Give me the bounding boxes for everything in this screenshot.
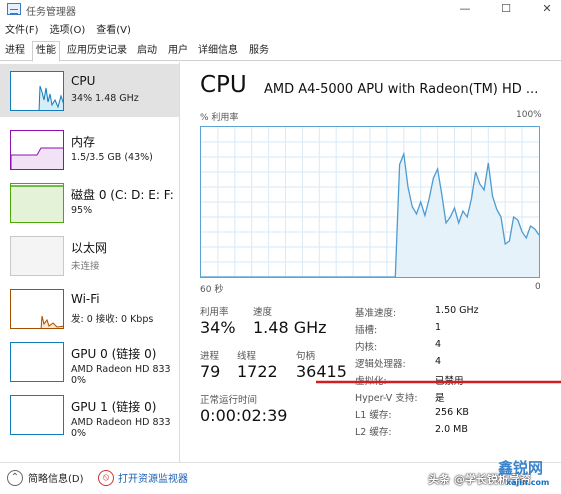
tab-app-history[interactable]: 应用历史记录: [64, 42, 130, 61]
info-key: L1 缓存:: [355, 410, 392, 421]
utilization-value: 34%: [200, 318, 236, 337]
annotation-underline: [316, 380, 561, 384]
window-title: 任务管理器: [26, 7, 76, 18]
resource-monitor-icon: ⦸: [98, 470, 114, 486]
sidebar-item-disk[interactable]: 磁盘 0 (C: D: E: F: 95%: [0, 176, 179, 229]
menu-options[interactable]: 选项(O): [50, 21, 86, 37]
sidebar-item-detail: 1.5/3.5 GB (43%): [71, 152, 153, 163]
sidebar-item-title: 内存: [71, 135, 96, 149]
info-value: 4: [435, 356, 442, 367]
sidebar-item-detail: AMD Radeon HD 833: [71, 364, 171, 375]
sidebar-item-wifi[interactable]: Wi-Fi 发: 0 接收: 0 Kbps: [0, 282, 179, 335]
sidebar-item-gpu0[interactable]: GPU 0 (链接 0) AMD Radeon HD 833 0%: [0, 335, 179, 388]
page-title: CPU: [200, 72, 247, 98]
cpu-graph-svg: [201, 127, 540, 278]
info-key: Hyper-V 支持:: [355, 393, 418, 404]
threads-value: 1722: [237, 362, 278, 381]
memory-thumbnail: [10, 130, 64, 170]
sidebar-item-title: GPU 1 (链接 0): [71, 400, 157, 414]
sidebar-item-detail: 未连接: [71, 261, 100, 272]
tab-processes[interactable]: 进程: [2, 42, 28, 61]
sidebar-item-memory[interactable]: 内存 1.5/3.5 GB (43%): [0, 123, 179, 176]
processes-label: 进程: [200, 351, 220, 362]
chevron-up-icon[interactable]: ⌃: [7, 470, 23, 486]
resource-sidebar: CPU 34% 1.48 GHz 内存 1.5/3.5 GB (43%) 磁盘 …: [0, 62, 180, 462]
handles-label: 句柄: [296, 351, 316, 362]
gpu0-thumbnail: [10, 342, 64, 382]
cpu-thumbnail: [10, 71, 64, 111]
info-key: 插槽:: [355, 325, 378, 336]
threads-label: 线程: [237, 351, 257, 362]
sidebar-item-title: Wi-Fi: [71, 292, 100, 306]
sidebar-item-detail: 发: 0 接收: 0 Kbps: [71, 314, 154, 325]
info-value: 2.0 MB: [435, 424, 468, 435]
cpu-utilization-graph: [200, 126, 540, 278]
menu-bar: 文件(F) 选项(O) 查看(V): [0, 21, 137, 37]
task-manager-icon: [7, 3, 21, 15]
info-key: 基准速度:: [355, 308, 397, 319]
handles-value: 36415: [296, 362, 347, 381]
sidebar-item-detail: 34% 1.48 GHz: [71, 93, 139, 104]
watermark-url: xajin.com: [506, 478, 550, 487]
sidebar-item-detail: 95%: [71, 205, 93, 216]
open-resource-monitor-link[interactable]: 打开资源监视器: [118, 470, 188, 485]
graph-y-max: 100%: [516, 110, 542, 120]
tab-services[interactable]: 服务: [246, 42, 272, 61]
sidebar-item-title: 以太网: [71, 241, 108, 255]
sidebar-item-gpu1[interactable]: GPU 1 (链接 0) AMD Radeon HD 833 0%: [0, 388, 179, 441]
tab-details[interactable]: 详细信息: [195, 42, 241, 61]
gpu1-thumbnail: [10, 395, 64, 435]
info-key: 内核:: [355, 342, 378, 353]
tab-strip: 进程 性能 应用历史记录 启动 用户 详细信息 服务: [0, 40, 561, 62]
graph-y-min: 0: [535, 282, 541, 292]
cpu-model-name: AMD A4-5000 APU with Radeon(TM) HD ...: [264, 82, 539, 97]
sidebar-item-usage: 0%: [71, 375, 87, 386]
uptime-label: 正常运行时间: [200, 395, 258, 406]
sidebar-item-ethernet[interactable]: 以太网 未连接: [0, 229, 179, 282]
utilization-label: 利用率: [200, 307, 229, 318]
brief-info-link[interactable]: 简略信息(D): [28, 470, 84, 485]
sidebar-item-usage: 0%: [71, 428, 87, 439]
sidebar-item-title: 磁盘 0 (C: D: E: F:: [71, 188, 174, 202]
info-key: 逻辑处理器:: [355, 359, 406, 370]
speed-value: 1.48 GHz: [253, 318, 327, 337]
maximize-button[interactable]: ☐: [486, 0, 526, 19]
info-value: 1: [435, 322, 442, 333]
info-key: L2 缓存:: [355, 427, 392, 438]
info-value: 4: [435, 339, 442, 350]
close-button[interactable]: ✕: [527, 0, 561, 19]
graph-y-label: % 利用率: [200, 113, 239, 123]
footer-bar: ⌃ 简略信息(D) ⦸ 打开资源监视器 头条 @学长锐析导资 鑫锐网 xajin…: [0, 459, 561, 494]
menu-file[interactable]: 文件(F): [5, 21, 39, 37]
tab-startup[interactable]: 启动: [134, 42, 160, 61]
speed-label: 速度: [253, 307, 273, 318]
uptime-value: 0:00:02:39: [200, 406, 288, 425]
info-value: 1.50 GHz: [435, 305, 479, 316]
minimize-button[interactable]: —: [445, 0, 485, 19]
tab-users[interactable]: 用户: [165, 42, 191, 61]
ethernet-thumbnail: [10, 236, 64, 276]
title-bar: 任务管理器 — ☐ ✕: [0, 0, 561, 19]
menu-view[interactable]: 查看(V): [96, 21, 131, 37]
processes-value: 79: [200, 362, 221, 381]
disk-thumbnail: [10, 183, 64, 223]
wifi-thumbnail: [10, 289, 64, 329]
info-value: 是: [435, 393, 445, 404]
sidebar-item-detail: AMD Radeon HD 833: [71, 417, 171, 428]
info-value: 256 KB: [435, 407, 469, 418]
sidebar-item-title: CPU: [71, 74, 96, 88]
sidebar-item-title: GPU 0 (链接 0): [71, 347, 157, 361]
sidebar-item-cpu[interactable]: CPU 34% 1.48 GHz: [0, 64, 179, 117]
graph-x-label: 60 秒: [200, 285, 224, 295]
watermark-logo: 鑫锐网: [498, 459, 544, 477]
tab-performance[interactable]: 性能: [32, 41, 60, 62]
